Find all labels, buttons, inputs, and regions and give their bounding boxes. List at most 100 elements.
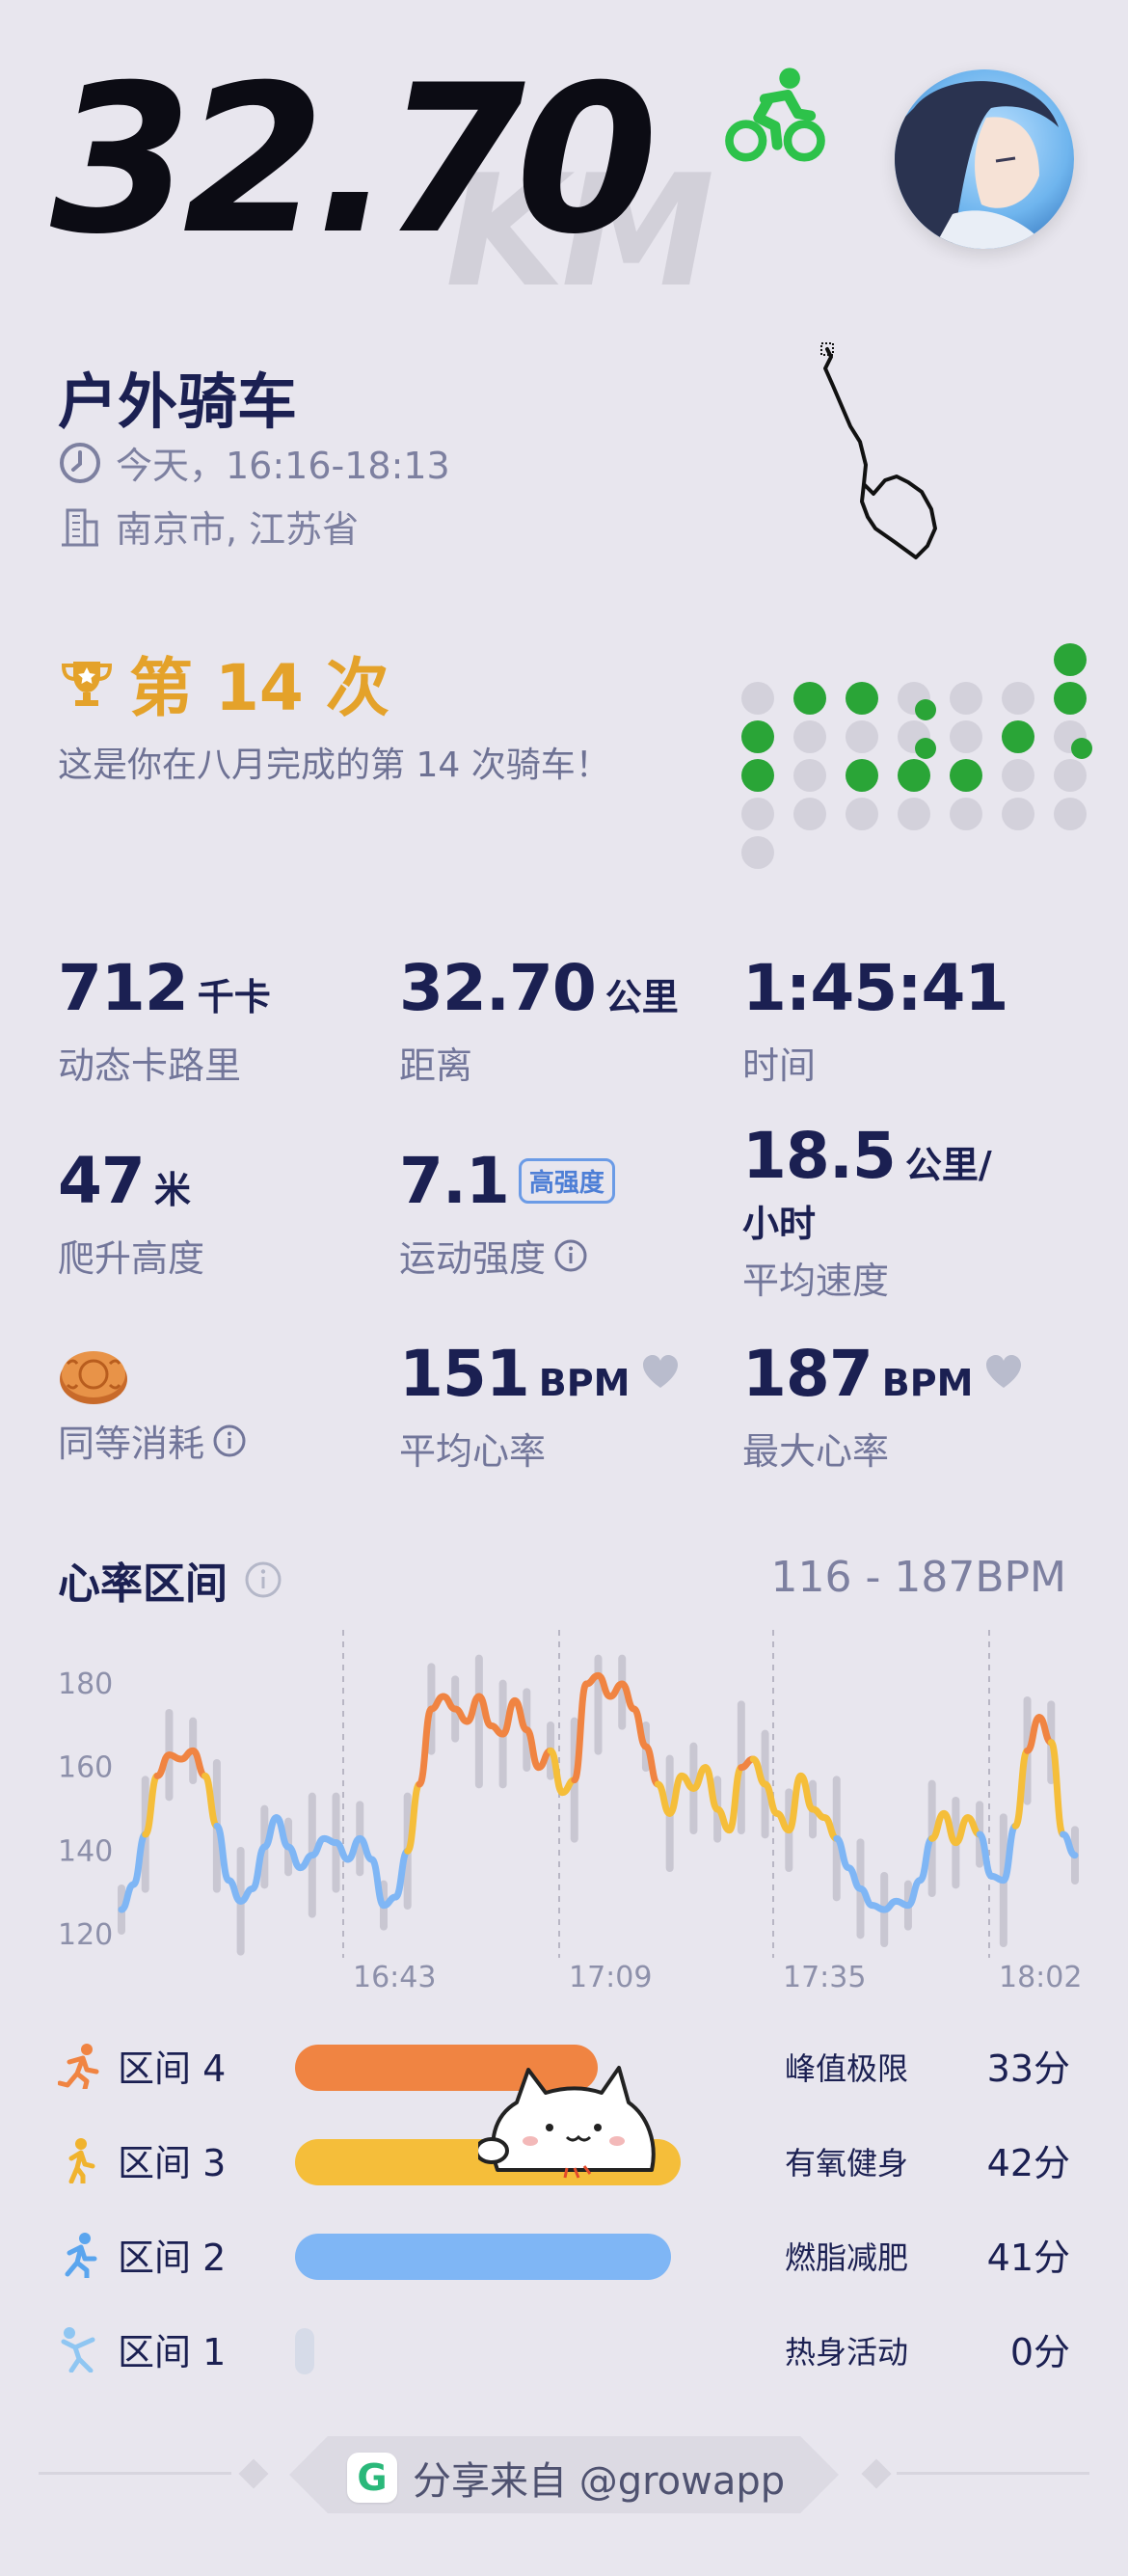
y-tick-label: 180 xyxy=(58,1668,113,1701)
stat-distance: 32.70 公里 距离 xyxy=(399,957,679,1089)
stat-speed: 18.5 公里/ 小时 平均速度 xyxy=(742,1125,992,1304)
time-row: 今天，16:16-18:13 xyxy=(58,436,450,489)
info-icon[interactable] xyxy=(553,1238,588,1273)
activity-dot xyxy=(741,798,774,830)
equivalent-label: 同等消耗 xyxy=(58,1423,205,1465)
max-hr-unit: BPM xyxy=(881,1362,974,1404)
zone-minutes: 33分 xyxy=(986,2047,1070,2090)
count-text: 第 14 次 xyxy=(129,651,389,725)
share-text: 分享来自 @growapp xyxy=(413,2459,786,2504)
distance-unit: 公里 xyxy=(604,976,679,1018)
hr-range-bar xyxy=(594,1654,603,1755)
stat-elevation: 47 米 爬升高度 xyxy=(58,1150,204,1282)
intensity-badge: 高强度 xyxy=(518,1158,615,1204)
stretching-icon xyxy=(61,2327,95,2373)
count-description: 这是你在八月完成的第 14 次骑车！ xyxy=(58,746,610,785)
heart-rate-chart[interactable]: 180 160 140 120 16:43 17:09 17:35 18:02 xyxy=(39,1630,1099,2006)
x-tick-label: 17:35 xyxy=(783,1961,866,1994)
footer-line-right xyxy=(897,2472,1089,2475)
activity-dot xyxy=(1054,759,1087,792)
zone-minutes: 41分 xyxy=(986,2237,1070,2279)
running-fast-icon xyxy=(58,2044,99,2089)
activity-dot xyxy=(898,759,930,792)
stat-intensity: 7.1 高强度 运动强度 xyxy=(399,1150,615,1282)
activity-dot xyxy=(793,720,826,753)
cat-sticker xyxy=(478,2066,656,2179)
share-footer[interactable]: G 分享来自 @growapp xyxy=(347,2450,785,2506)
info-icon[interactable] xyxy=(212,1424,247,1458)
duration-label: 时间 xyxy=(742,1044,817,1087)
duration-value: 1:45:41 xyxy=(742,951,1008,1025)
activity-dot xyxy=(1002,759,1034,792)
mooncake-icon xyxy=(60,1351,127,1404)
max-hr-value: 187 xyxy=(742,1337,873,1411)
stat-max-hr: 187 BPM 最大心率 xyxy=(742,1342,1023,1475)
calories-label: 动态卡路里 xyxy=(58,1044,242,1087)
activity-dot xyxy=(950,759,982,792)
speed-unit: 公里/ xyxy=(904,1144,992,1186)
intensity-value: 7.1 xyxy=(399,1144,510,1218)
activity-dot xyxy=(950,798,982,830)
stat-avg-hr: 151 BPM 平均心率 xyxy=(399,1342,680,1475)
info-icon[interactable] xyxy=(243,1559,283,1600)
zone-row-1: 区间 1 热身活动 0分 xyxy=(58,2320,1070,2378)
clock-icon xyxy=(60,442,100,483)
activity-dot xyxy=(793,682,826,715)
speed-label: 平均速度 xyxy=(742,1260,890,1302)
calories-unit: 千卡 xyxy=(197,976,271,1018)
jogging-icon xyxy=(65,2233,97,2278)
intensity-label: 运动强度 xyxy=(399,1237,547,1280)
activity-dot xyxy=(846,798,878,830)
avg-hr-unit: BPM xyxy=(538,1362,631,1404)
trophy-icon xyxy=(61,662,113,706)
cycling-icon xyxy=(725,68,825,162)
avg-hr-label: 平均心率 xyxy=(399,1430,547,1473)
zone-bar xyxy=(295,2234,672,2280)
hr-range-bar xyxy=(474,1654,483,1789)
activity-location: 南京市, 江苏省 xyxy=(116,508,360,551)
activity-dot xyxy=(741,720,774,753)
zone-minutes: 42分 xyxy=(986,2142,1070,2184)
location-row: 南京市, 江苏省 xyxy=(58,500,359,553)
y-tick-label: 160 xyxy=(58,1751,113,1785)
building-icon xyxy=(62,508,98,546)
x-tick-label: 18:02 xyxy=(999,1961,1082,1994)
activity-title: 户外骑车 xyxy=(58,366,298,437)
activity-dot xyxy=(1002,798,1034,830)
y-tick-label: 120 xyxy=(58,1918,113,1952)
activity-dot-small xyxy=(1071,738,1092,759)
calories-value: 712 xyxy=(58,951,189,1025)
y-tick-label: 140 xyxy=(58,1834,113,1868)
zone-desc: 燃脂减肥 xyxy=(785,2239,909,2276)
intensity-label-row: 运动强度 xyxy=(399,1229,615,1282)
hr-zones-title-text: 心率区间 xyxy=(58,1559,228,1609)
monthly-activity-dots xyxy=(741,643,1092,869)
distance-label: 距离 xyxy=(399,1044,473,1087)
activity-dot-small xyxy=(915,738,936,759)
footer-line-left xyxy=(39,2472,231,2475)
activity-dot xyxy=(898,798,930,830)
activity-dot xyxy=(1002,720,1034,753)
activity-dot xyxy=(741,836,774,869)
zone-name: 区间 1 xyxy=(118,2331,227,2373)
zone-desc: 热身活动 xyxy=(785,2334,909,2371)
walking-icon xyxy=(68,2138,95,2183)
activity-dot xyxy=(1054,682,1087,715)
avatar[interactable] xyxy=(895,69,1074,249)
route-map[interactable] xyxy=(808,339,962,571)
zone-name: 区间 2 xyxy=(118,2237,227,2279)
max-hr-label: 最大心率 xyxy=(742,1430,890,1473)
hr-zones-title: 心率区间 xyxy=(58,1549,283,1611)
activity-dot xyxy=(741,759,774,792)
hr-range: 116 - 187BPM xyxy=(770,1553,1067,1602)
activity-dot xyxy=(1054,798,1087,830)
x-tick-label: 16:43 xyxy=(353,1961,436,1994)
stat-duration: 1:45:41 时间 xyxy=(742,957,1008,1089)
speed-value: 18.5 xyxy=(742,1119,897,1193)
zone-row-2: 区间 2 燃脂减肥 41分 xyxy=(58,2226,1070,2284)
activity-dot xyxy=(793,759,826,792)
elevation-label: 爬升高度 xyxy=(58,1237,205,1280)
avg-hr-value: 151 xyxy=(399,1337,530,1411)
hr-line-segment xyxy=(1047,1739,1067,1838)
growapp-logo-icon: G xyxy=(347,2453,397,2503)
